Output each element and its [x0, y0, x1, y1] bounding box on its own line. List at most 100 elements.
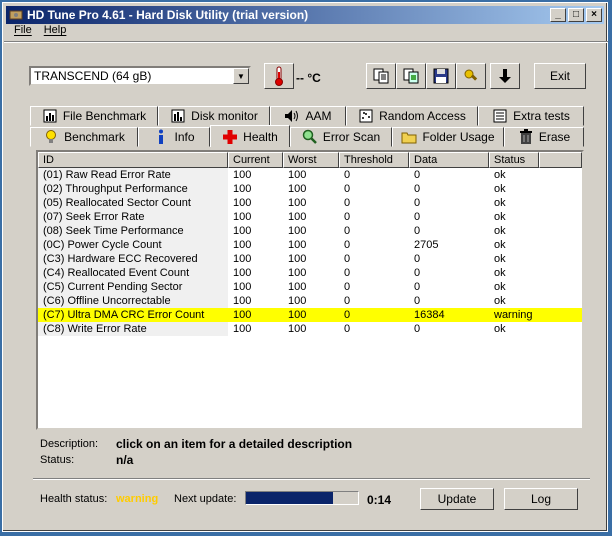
tab-label: Disk monitor [191, 109, 258, 123]
tab-disk-monitor[interactable]: Disk monitor [158, 106, 270, 126]
thermometer-button[interactable] [264, 63, 294, 89]
drive-select[interactable]: TRANSCEND (64 gB) ▼ [29, 66, 251, 86]
table-row[interactable]: (C3) Hardware ECC Recovered 100 100 0 0 ok [38, 252, 582, 266]
column-header-threshold[interactable]: Threshold [339, 152, 409, 168]
column-header-id[interactable]: ID [38, 152, 228, 168]
options-tools-icon [464, 69, 478, 81]
current-value: 100 [233, 211, 252, 223]
extra-tests-icon [492, 108, 508, 124]
tab-label: Info [174, 130, 195, 144]
attribute-id: (C5) Current Pending Sector [38, 280, 228, 294]
worst-value: 100 [288, 169, 307, 181]
tab-file-benchmark[interactable]: File Benchmark [30, 106, 158, 126]
status-value: warning [494, 309, 533, 321]
worst-value: 100 [288, 239, 307, 251]
arrow-down-icon [499, 69, 511, 83]
copy-text-button[interactable] [366, 63, 396, 89]
threshold-value: 0 [344, 211, 351, 223]
raw-data: 0 [414, 211, 421, 223]
status-value: ok [494, 225, 506, 237]
next-update-label: Next update: [174, 493, 237, 505]
next-update-timer: 0:14 [367, 493, 392, 507]
menu-file[interactable]: File [14, 24, 32, 40]
tab-label: Extra tests [513, 109, 570, 123]
save-log-button[interactable] [490, 63, 520, 89]
tab-aam[interactable]: AAM [270, 106, 346, 126]
menu-separator [4, 41, 608, 43]
table-row[interactable]: (C6) Offline Uncorrectable 100 100 0 0 ok [38, 294, 582, 308]
status-value: ok [494, 295, 506, 307]
column-header-worst[interactable]: Worst [283, 152, 339, 168]
status-value: ok [494, 267, 506, 279]
threshold-value: 0 [344, 225, 351, 237]
worst-value: 100 [288, 183, 307, 195]
raw-data: 2705 [414, 239, 439, 251]
threshold-value: 0 [344, 281, 351, 293]
smart-attributes-list[interactable]: ID Current Worst Threshold Data Status (… [36, 150, 584, 430]
speaker-icon [284, 108, 300, 124]
table-row[interactable]: (01) Raw Read Error Rate 100 100 0 0 ok [38, 168, 582, 182]
tab-label: File Benchmark [62, 109, 147, 123]
status-value: ok [494, 197, 506, 209]
raw-data: 0 [414, 253, 421, 265]
tab-label: Health [243, 129, 278, 144]
worst-value: 100 [288, 253, 307, 265]
column-header-data[interactable]: Data [409, 152, 489, 168]
threshold-value: 0 [344, 197, 351, 209]
current-value: 100 [233, 309, 252, 321]
attribute-id: (01) Raw Read Error Rate [38, 168, 228, 182]
maximize-button[interactable]: □ [568, 8, 584, 22]
tab-erase[interactable]: Erase [504, 127, 584, 147]
table-row[interactable]: (08) Seek Time Performance 100 100 0 0 ok [38, 224, 582, 238]
raw-data: 0 [414, 197, 421, 209]
current-value: 100 [233, 323, 252, 335]
worst-value: 100 [288, 211, 307, 223]
tab-extra-tests[interactable]: Extra tests [478, 106, 584, 126]
column-header-status[interactable]: Status [489, 152, 539, 168]
tab-folder-usage[interactable]: Folder Usage [392, 127, 504, 147]
tab-benchmark[interactable]: Benchmark [30, 127, 138, 147]
current-value: 100 [233, 295, 252, 307]
table-row[interactable]: (C5) Current Pending Sector 100 100 0 0 ok [38, 280, 582, 294]
table-row[interactable]: (07) Seek Error Rate 100 100 0 0 ok [38, 210, 582, 224]
tab-error-scan[interactable]: Error Scan [290, 127, 392, 147]
current-value: 100 [233, 183, 252, 195]
tab-random-access[interactable]: Random Access [346, 106, 478, 126]
threshold-value: 0 [344, 239, 351, 251]
raw-data: 16384 [414, 309, 445, 321]
attribute-id: (C8) Write Error Rate [38, 322, 228, 336]
update-button[interactable]: Update [420, 488, 494, 510]
raw-data: 0 [414, 183, 421, 195]
status-value: ok [494, 239, 506, 251]
chevron-down-icon[interactable]: ▼ [233, 68, 249, 84]
menu-help[interactable]: Help [44, 24, 67, 40]
current-value: 100 [233, 253, 252, 265]
table-row[interactable]: (C8) Write Error Rate 100 100 0 0 ok [38, 322, 582, 336]
raw-data: 0 [414, 295, 421, 307]
raw-data: 0 [414, 225, 421, 237]
current-value: 100 [233, 239, 252, 251]
column-header-current[interactable]: Current [228, 152, 283, 168]
tab-health[interactable]: Health [210, 125, 290, 147]
menu-bar: File Help [14, 24, 66, 40]
disk-monitor-icon [170, 108, 186, 124]
table-row[interactable]: (02) Throughput Performance 100 100 0 0 ok [38, 182, 582, 196]
copy-screenshot-button[interactable] [396, 63, 426, 89]
threshold-value: 0 [344, 253, 351, 265]
save-button[interactable] [426, 63, 456, 89]
attribute-id: (0C) Power Cycle Count [38, 238, 228, 252]
exit-button[interactable]: Exit [534, 63, 586, 89]
table-row[interactable]: (C7) Ultra DMA CRC Error Count 100 100 0 163… [38, 308, 582, 322]
log-button[interactable]: Log [504, 488, 578, 510]
title-bar[interactable]: HD Tune Pro 4.61 - Hard Disk Utility (tr… [6, 6, 604, 24]
list-header: ID Current Worst Threshold Data Status [38, 152, 582, 168]
current-value: 100 [233, 225, 252, 237]
status-value: ok [494, 323, 506, 335]
tab-info[interactable]: Info [138, 127, 210, 147]
minimize-button[interactable]: _ [550, 8, 566, 22]
close-button[interactable]: × [586, 8, 602, 22]
options-button[interactable] [456, 63, 486, 89]
table-row[interactable]: (0C) Power Cycle Count 100 100 0 2705 ok [38, 238, 582, 252]
table-row[interactable]: (C4) Reallocated Event Count 100 100 0 0 ok [38, 266, 582, 280]
table-row[interactable]: (05) Reallocated Sector Count 100 100 0 0 ok [38, 196, 582, 210]
